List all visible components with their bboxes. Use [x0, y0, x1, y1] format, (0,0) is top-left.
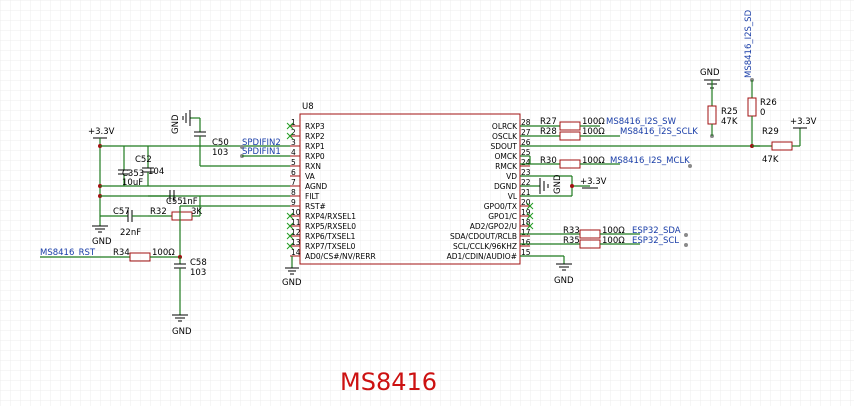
- schematic-canvas: U8 1 RXP3 2 RXP2 3 RXP1 4 RXP0 5 RXN 6 VA 7 AGND 8 FILT…: [0, 0, 854, 406]
- r28-ref: R28: [540, 127, 557, 137]
- r25-ref: R25: [721, 107, 738, 117]
- svg-text:GND: GND: [172, 327, 192, 337]
- c57-ref: C57: [113, 207, 130, 217]
- pin-name: RXP6/TXSEL1: [305, 232, 356, 241]
- pin-name: OMCK: [494, 152, 518, 161]
- r32-value: 3K: [191, 207, 202, 217]
- pin-number: 7: [291, 178, 296, 187]
- c50-ref: C50: [212, 138, 229, 148]
- pin-name: OLRCK: [492, 122, 518, 131]
- pin-name: AD0/CS#/NV/RERR: [305, 252, 376, 261]
- svg-text:GND: GND: [171, 114, 181, 134]
- pin-name: SDOUT: [490, 142, 517, 151]
- r26-value: 0: [760, 108, 765, 118]
- svg-text:+3.3V: +3.3V: [790, 117, 817, 127]
- r29-value: 47K: [762, 155, 779, 165]
- pin-name: AGND: [305, 182, 327, 191]
- r33-ref: R33: [563, 226, 580, 236]
- pin-name: OSCLK: [492, 132, 518, 141]
- svg-text:GND: GND: [554, 276, 574, 286]
- net-ms8416-i2s-sd[interactable]: MS8416_I2S_SD: [744, 9, 754, 82]
- c52-ref: C52: [135, 155, 152, 165]
- pin-name: VA: [305, 172, 316, 181]
- c57-value: 22nF: [120, 228, 141, 238]
- pin-name: RXN: [305, 162, 321, 171]
- svg-text:+3.3V: +3.3V: [88, 127, 115, 137]
- pin-number: 6: [291, 168, 296, 177]
- svg-text:ESP32_SDA: ESP32_SDA: [632, 226, 681, 236]
- r27-ref: R27: [540, 117, 557, 127]
- pin-number: 16: [521, 238, 531, 247]
- pin-number: 11: [291, 218, 301, 227]
- pin-name: SDA/CDOUT/RCLB: [450, 232, 517, 241]
- r32-ref: R32: [150, 207, 167, 217]
- c58-value: 103: [190, 268, 206, 278]
- svg-text:ESP32_SCL: ESP32_SCL: [632, 236, 679, 246]
- pin-name: RXP3: [305, 122, 325, 131]
- c50-value: 103: [212, 148, 228, 158]
- svg-text:GND: GND: [282, 278, 302, 288]
- pin-name: SCL/CCLK/96KHZ: [453, 242, 517, 251]
- pin-name: VL: [508, 192, 518, 201]
- schematic-title: MS8416: [340, 368, 437, 396]
- pin-name: RXP2: [305, 132, 325, 141]
- c58-ref: C58: [190, 258, 207, 268]
- svg-text:MS8416_I2S_SD: MS8416_I2S_SD: [744, 9, 754, 78]
- pin-number: 24: [521, 158, 531, 167]
- svg-text:GND: GND: [553, 174, 563, 194]
- pin-name: AD2/GPO2/U: [470, 222, 517, 231]
- r34-ref: R34: [113, 248, 130, 258]
- schematic-svg: U8 1 RXP3 2 RXP2 3 RXP1 4 RXP0 5 RXN 6 VA 7 AGND 8 FILT…: [0, 0, 854, 406]
- grid-background: [0, 0, 854, 406]
- pin-name: RMCK: [495, 162, 518, 171]
- svg-text:MS8416_I2S_MCLK: MS8416_I2S_MCLK: [610, 156, 690, 166]
- r29-ref: R29: [762, 127, 779, 137]
- pin-name: RXP4/RXSEL1: [305, 212, 356, 221]
- net-ms8416-i2s-sw[interactable]: MS8416_I2S_SW: [606, 117, 677, 127]
- svg-text:GND: GND: [700, 68, 720, 78]
- pin-number: 5: [291, 158, 296, 167]
- pin-name: VD: [506, 172, 517, 181]
- pin-name: AD1/CDIN/AUDIO#: [447, 252, 517, 261]
- pin-number: 1: [291, 118, 296, 127]
- c353-value: 10uF: [122, 178, 143, 188]
- pin-name: DGND: [494, 182, 517, 191]
- svg-text:MS8416_I2S_SW: MS8416_I2S_SW: [606, 117, 677, 127]
- pin-name: RXP0: [305, 152, 325, 161]
- r35-ref: R35: [563, 236, 580, 246]
- r30-ref: R30: [540, 156, 557, 166]
- svg-text:+3.3V: +3.3V: [580, 177, 607, 187]
- pin-name: RXP7/TXSEL0: [305, 242, 356, 251]
- pin-name: GPO0/TX: [484, 202, 517, 211]
- power-3v3-right-chip: +3.3V: [580, 177, 607, 189]
- pin-number: 3: [291, 138, 296, 147]
- pin-number: 17: [521, 228, 531, 237]
- svg-text:GND: GND: [92, 237, 112, 247]
- r34-value: 100Ω: [152, 248, 175, 258]
- pin-name: GPO1/C: [488, 212, 517, 221]
- r26-ref: R26: [760, 98, 777, 108]
- pin-number: 2: [291, 128, 296, 137]
- pin-name: RST#: [305, 202, 326, 211]
- pin-name: FILT: [305, 192, 320, 201]
- pin-number: 4: [291, 148, 296, 157]
- power-3v3-right: +3.3V: [790, 117, 817, 129]
- pin-number: 8: [291, 188, 296, 197]
- pin-number: 14: [291, 248, 301, 257]
- pin-name: RXP5/RXSEL0: [305, 222, 356, 231]
- svg-text:MS8416_I2S_SCLK: MS8416_I2S_SCLK: [620, 127, 698, 137]
- pin-number: 9: [291, 198, 296, 207]
- pin-number: 12: [291, 228, 301, 237]
- pin-number: 10: [291, 208, 301, 217]
- chip-ref: U8: [302, 102, 314, 112]
- pin-name: RXP1: [305, 142, 325, 151]
- r25-value: 47K: [721, 117, 738, 127]
- pin-number: 13: [291, 238, 301, 247]
- c52-value: 104: [148, 167, 164, 177]
